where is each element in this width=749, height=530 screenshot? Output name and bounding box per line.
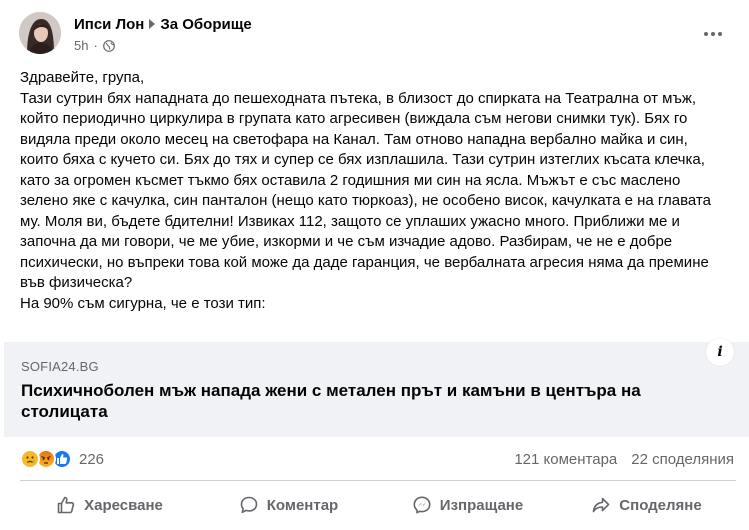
- like-label: Харесване: [84, 496, 163, 514]
- group-name[interactable]: За Оборище: [160, 16, 251, 33]
- post-header: Ипси Лон За Оборище 5h ·: [0, 0, 749, 62]
- send-button[interactable]: Изпращане: [378, 486, 557, 524]
- link-info-button[interactable]: i: [701, 338, 739, 366]
- globe-icon[interactable]: [102, 39, 115, 52]
- share-label: Споделяне: [619, 496, 702, 514]
- thumbs-up-icon: [57, 496, 75, 514]
- post-paragraph: Тази сутрин бях нападната до пешеходната…: [20, 89, 711, 292]
- link-preview-card[interactable]: SOFIA24.BG Психичноболен мъж напада жени…: [4, 342, 749, 437]
- more-options-icon: [704, 32, 708, 36]
- post-time[interactable]: 5h: [74, 38, 88, 53]
- share-arrow-icon: [592, 497, 610, 513]
- post-actions: Харесване Коментар Изпращане Споделяне: [20, 486, 736, 524]
- post-body: Здравейте, група, Тази сутрин бях нападн…: [20, 68, 730, 314]
- comment-label: Коментар: [266, 496, 339, 514]
- comment-icon: [240, 496, 258, 514]
- messenger-icon: [413, 496, 431, 514]
- author-name[interactable]: Ипси Лон: [74, 16, 144, 33]
- send-label: Изпращане: [439, 496, 524, 514]
- post-paragraph: На 90% съм сигурна, че е този тип:: [20, 294, 266, 312]
- triangle-right-icon: [149, 19, 156, 29]
- post-meta: 5h ·: [74, 38, 115, 53]
- engagement-counts: 121 коментара 22 споделяния: [514, 451, 734, 468]
- like-button[interactable]: Харесване: [20, 486, 199, 524]
- more-options-button[interactable]: [696, 24, 730, 44]
- divider: [20, 480, 736, 481]
- comment-button[interactable]: Коментар: [199, 486, 378, 524]
- share-button[interactable]: Споделяне: [557, 486, 736, 524]
- info-icon: i: [706, 338, 734, 366]
- post-stats: 226 121 коментара 22 споделяния: [20, 448, 736, 472]
- link-domain: SOFIA24.BG: [21, 359, 99, 374]
- post-paragraph: Здравейте, група,: [20, 69, 145, 86]
- sad-reaction-icon: [20, 449, 40, 469]
- shares-count[interactable]: 22 споделяния: [631, 451, 734, 468]
- reactions-count: 226: [79, 450, 105, 468]
- author-line: Ипси Лон За Оборище: [74, 16, 252, 33]
- avatar[interactable]: [19, 12, 61, 54]
- reactions-summary[interactable]: 226: [20, 449, 104, 469]
- link-title[interactable]: Психичноболен мъж напада жени с метален …: [21, 380, 681, 422]
- comments-count[interactable]: 121 коментара: [514, 451, 617, 468]
